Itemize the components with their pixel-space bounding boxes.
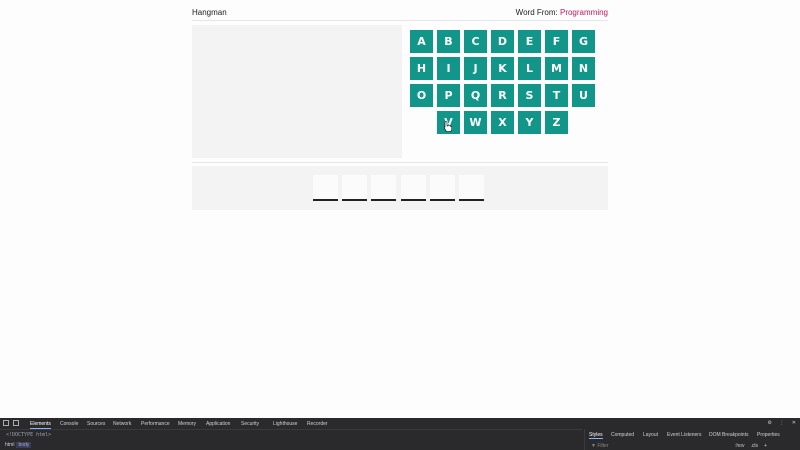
tab-dom-breakpoints[interactable]: DOM Breakpoints <box>709 432 748 438</box>
letter-key-p[interactable]: P <box>437 84 460 107</box>
more-icon[interactable]: ⋮ <box>779 420 784 426</box>
tab-lighthouse[interactable]: Lighthouse <box>273 421 297 427</box>
category-name: Programming <box>559 8 608 17</box>
breadcrumb: html body <box>3 442 32 448</box>
dom-tree-line[interactable]: <!DOCTYPE html> <box>6 432 51 438</box>
tab-recorder[interactable]: Recorder <box>307 421 328 427</box>
filter-hint[interactable]: + <box>764 443 767 449</box>
letter-key-b[interactable]: B <box>437 30 460 53</box>
device-toggle-icon[interactable] <box>13 420 19 426</box>
styles-pane: ▼ Filter :hov .cls + Styles Computed Layout E… <box>584 429 800 450</box>
letter-key-f[interactable]: F <box>545 30 568 53</box>
styles-filter-input[interactable]: ▼ Filter <box>591 443 608 449</box>
letter-key-h[interactable]: H <box>410 57 433 80</box>
tab-console[interactable]: Console <box>60 421 78 427</box>
settings-icon[interactable]: ⚙ <box>768 420 772 426</box>
tab-styles[interactable]: Styles <box>589 432 603 439</box>
letter-slot <box>459 175 484 201</box>
inspect-icon[interactable] <box>3 420 9 426</box>
letter-key-r[interactable]: R <box>491 84 514 107</box>
tab-elements[interactable]: Elements <box>30 421 51 429</box>
letter-key-s[interactable]: S <box>518 84 541 107</box>
app-header: Hangman Word From: Programming <box>192 6 608 21</box>
word-from-label: Word From: <box>515 8 558 17</box>
letter-key-o[interactable]: O <box>410 84 433 107</box>
tab-security[interactable]: Security <box>241 421 259 427</box>
tab-computed[interactable]: Computed <box>611 432 634 438</box>
tab-sources[interactable]: Sources <box>87 421 105 427</box>
letter-key-w[interactable]: W <box>464 111 487 134</box>
close-icon[interactable]: ✕ <box>792 420 796 426</box>
letter-slot <box>313 175 338 201</box>
tab-network[interactable]: Network <box>113 421 131 427</box>
devtools-window-controls: ⚙ ⋮ ✕ <box>762 420 796 426</box>
word-category: Word From: Programming <box>516 8 608 17</box>
letter-key-q[interactable]: Q <box>464 84 487 107</box>
tab-properties[interactable]: Properties <box>757 432 780 438</box>
letter-slot <box>371 175 397 201</box>
letter-key-t[interactable]: T <box>545 84 568 107</box>
filter-hint[interactable]: .cls <box>750 443 758 449</box>
letter-keyboard: ABCDEFGHIJKLMNOPQRSTUVWXYZ <box>410 30 610 140</box>
letter-key-c[interactable]: C <box>464 30 487 53</box>
tab-application[interactable]: Application <box>206 421 230 427</box>
letter-key-g[interactable]: G <box>572 30 595 53</box>
tab-performance[interactable]: Performance <box>141 421 170 427</box>
tab-memory[interactable]: Memory <box>178 421 196 427</box>
devtools-panel: Elements Console Sources Network Performance… <box>0 418 800 450</box>
tab-event-listeners[interactable]: Event Listeners <box>667 432 701 438</box>
filter-hint[interactable]: :hov <box>735 443 744 449</box>
letter-slot <box>400 175 426 201</box>
letter-key-x[interactable]: X <box>491 111 514 134</box>
hand-cursor-icon <box>444 121 452 132</box>
letter-slot <box>429 175 455 201</box>
letter-key-m[interactable]: M <box>545 57 568 80</box>
tab-layout[interactable]: Layout <box>643 432 658 438</box>
letter-key-j[interactable]: J <box>464 57 487 80</box>
breadcrumb-body[interactable]: body <box>16 442 32 448</box>
letter-key-z[interactable]: Z <box>545 111 568 134</box>
word-slots-area <box>192 166 608 210</box>
filter-hints: :hov .cls + <box>735 443 773 449</box>
letter-key-y[interactable]: Y <box>518 111 541 134</box>
divider <box>192 162 608 163</box>
app-title: Hangman <box>192 8 227 17</box>
letter-key-n[interactable]: N <box>572 57 595 80</box>
letter-key-k[interactable]: K <box>491 57 514 80</box>
letter-slot <box>342 175 368 201</box>
letter-key-a[interactable]: A <box>410 30 433 53</box>
letter-key-u[interactable]: U <box>572 84 595 107</box>
letter-key-e[interactable]: E <box>518 30 541 53</box>
letter-key-d[interactable]: D <box>491 30 514 53</box>
letter-key-i[interactable]: I <box>437 57 460 80</box>
devtools-tab-bar: Elements Console Sources Network Performance… <box>0 418 582 430</box>
breadcrumb-html[interactable]: html <box>3 442 16 448</box>
letter-key-l[interactable]: L <box>518 57 541 80</box>
hangman-drawing-area <box>192 25 402 158</box>
